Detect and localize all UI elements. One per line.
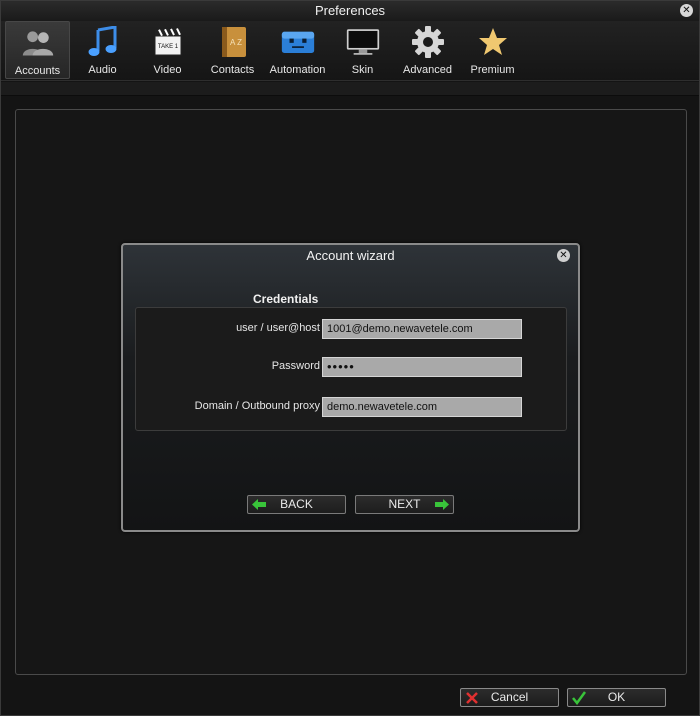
accounts-icon [21, 26, 55, 60]
next-button[interactable]: NEXT [355, 495, 454, 514]
window-close-icon[interactable]: ✕ [680, 4, 693, 17]
user-input[interactable] [322, 319, 522, 339]
preferences-toolbar: Accounts Audio TAKE 1 Video A Z Contacts… [1, 21, 699, 81]
tab-audio-label: Audio [88, 64, 117, 76]
robot-icon [281, 25, 315, 59]
tab-advanced[interactable]: Advanced [395, 21, 460, 79]
window-title: Preferences [314, 3, 386, 18]
password-input[interactable] [322, 357, 522, 377]
tab-contacts-label: Contacts [210, 64, 255, 76]
arrow-left-icon [252, 499, 266, 510]
tab-advanced-label: Advanced [403, 64, 452, 76]
domain-input[interactable] [322, 397, 522, 417]
tab-accounts-label: Accounts [14, 65, 61, 77]
tab-contacts[interactable]: A Z Contacts [200, 21, 265, 79]
preferences-window: Preferences ✕ Accounts Audio TAKE 1 Vide… [0, 0, 700, 716]
dialog-title: Account wizard [306, 248, 395, 263]
sub-toolbar [1, 82, 699, 96]
credentials-heading: Credentials [253, 292, 319, 306]
user-label: user / user@host [236, 322, 320, 334]
password-label: Password [271, 360, 320, 372]
tab-skin[interactable]: Skin [330, 21, 395, 79]
star-icon [476, 25, 510, 59]
tab-accounts[interactable]: Accounts [5, 21, 70, 79]
domain-row: Domain / Outbound proxy [136, 397, 566, 417]
next-label: NEXT [388, 497, 421, 511]
back-button[interactable]: BACK [247, 495, 346, 514]
account-wizard-dialog: Account wizard ✕ Credentials user / user… [121, 243, 580, 532]
dialog-close-icon[interactable]: ✕ [557, 249, 570, 262]
ok-button[interactable]: OK [567, 688, 666, 707]
monitor-icon [346, 25, 380, 59]
music-note-icon [86, 25, 120, 59]
cancel-label: Cancel [490, 690, 529, 704]
tab-video[interactable]: TAKE 1 Video [135, 21, 200, 79]
password-row: Password [136, 357, 566, 377]
clapper-text: TAKE 1 [157, 44, 178, 50]
contacts-letters: A Z [229, 38, 241, 47]
ok-label: OK [607, 690, 626, 704]
tab-video-label: Video [153, 64, 182, 76]
tab-audio[interactable]: Audio [70, 21, 135, 79]
tab-premium-label: Premium [470, 64, 515, 76]
tab-premium[interactable]: Premium [460, 21, 525, 79]
tab-automation-label: Automation [269, 64, 326, 76]
back-label: BACK [280, 497, 313, 511]
domain-label: Domain / Outbound proxy [194, 400, 320, 412]
tab-skin-label: Skin [351, 64, 374, 76]
clapperboard-icon: TAKE 1 [151, 25, 185, 59]
cancel-button[interactable]: Cancel [460, 688, 559, 707]
title-bar: Preferences ✕ [1, 1, 699, 21]
tab-automation[interactable]: Automation [265, 21, 330, 79]
credentials-box: user / user@host Password Domain / Outbo… [135, 307, 567, 431]
address-book-icon: A Z [216, 25, 250, 59]
gear-icon [411, 25, 445, 59]
arrow-right-icon [435, 499, 449, 510]
user-row: user / user@host [136, 319, 566, 339]
